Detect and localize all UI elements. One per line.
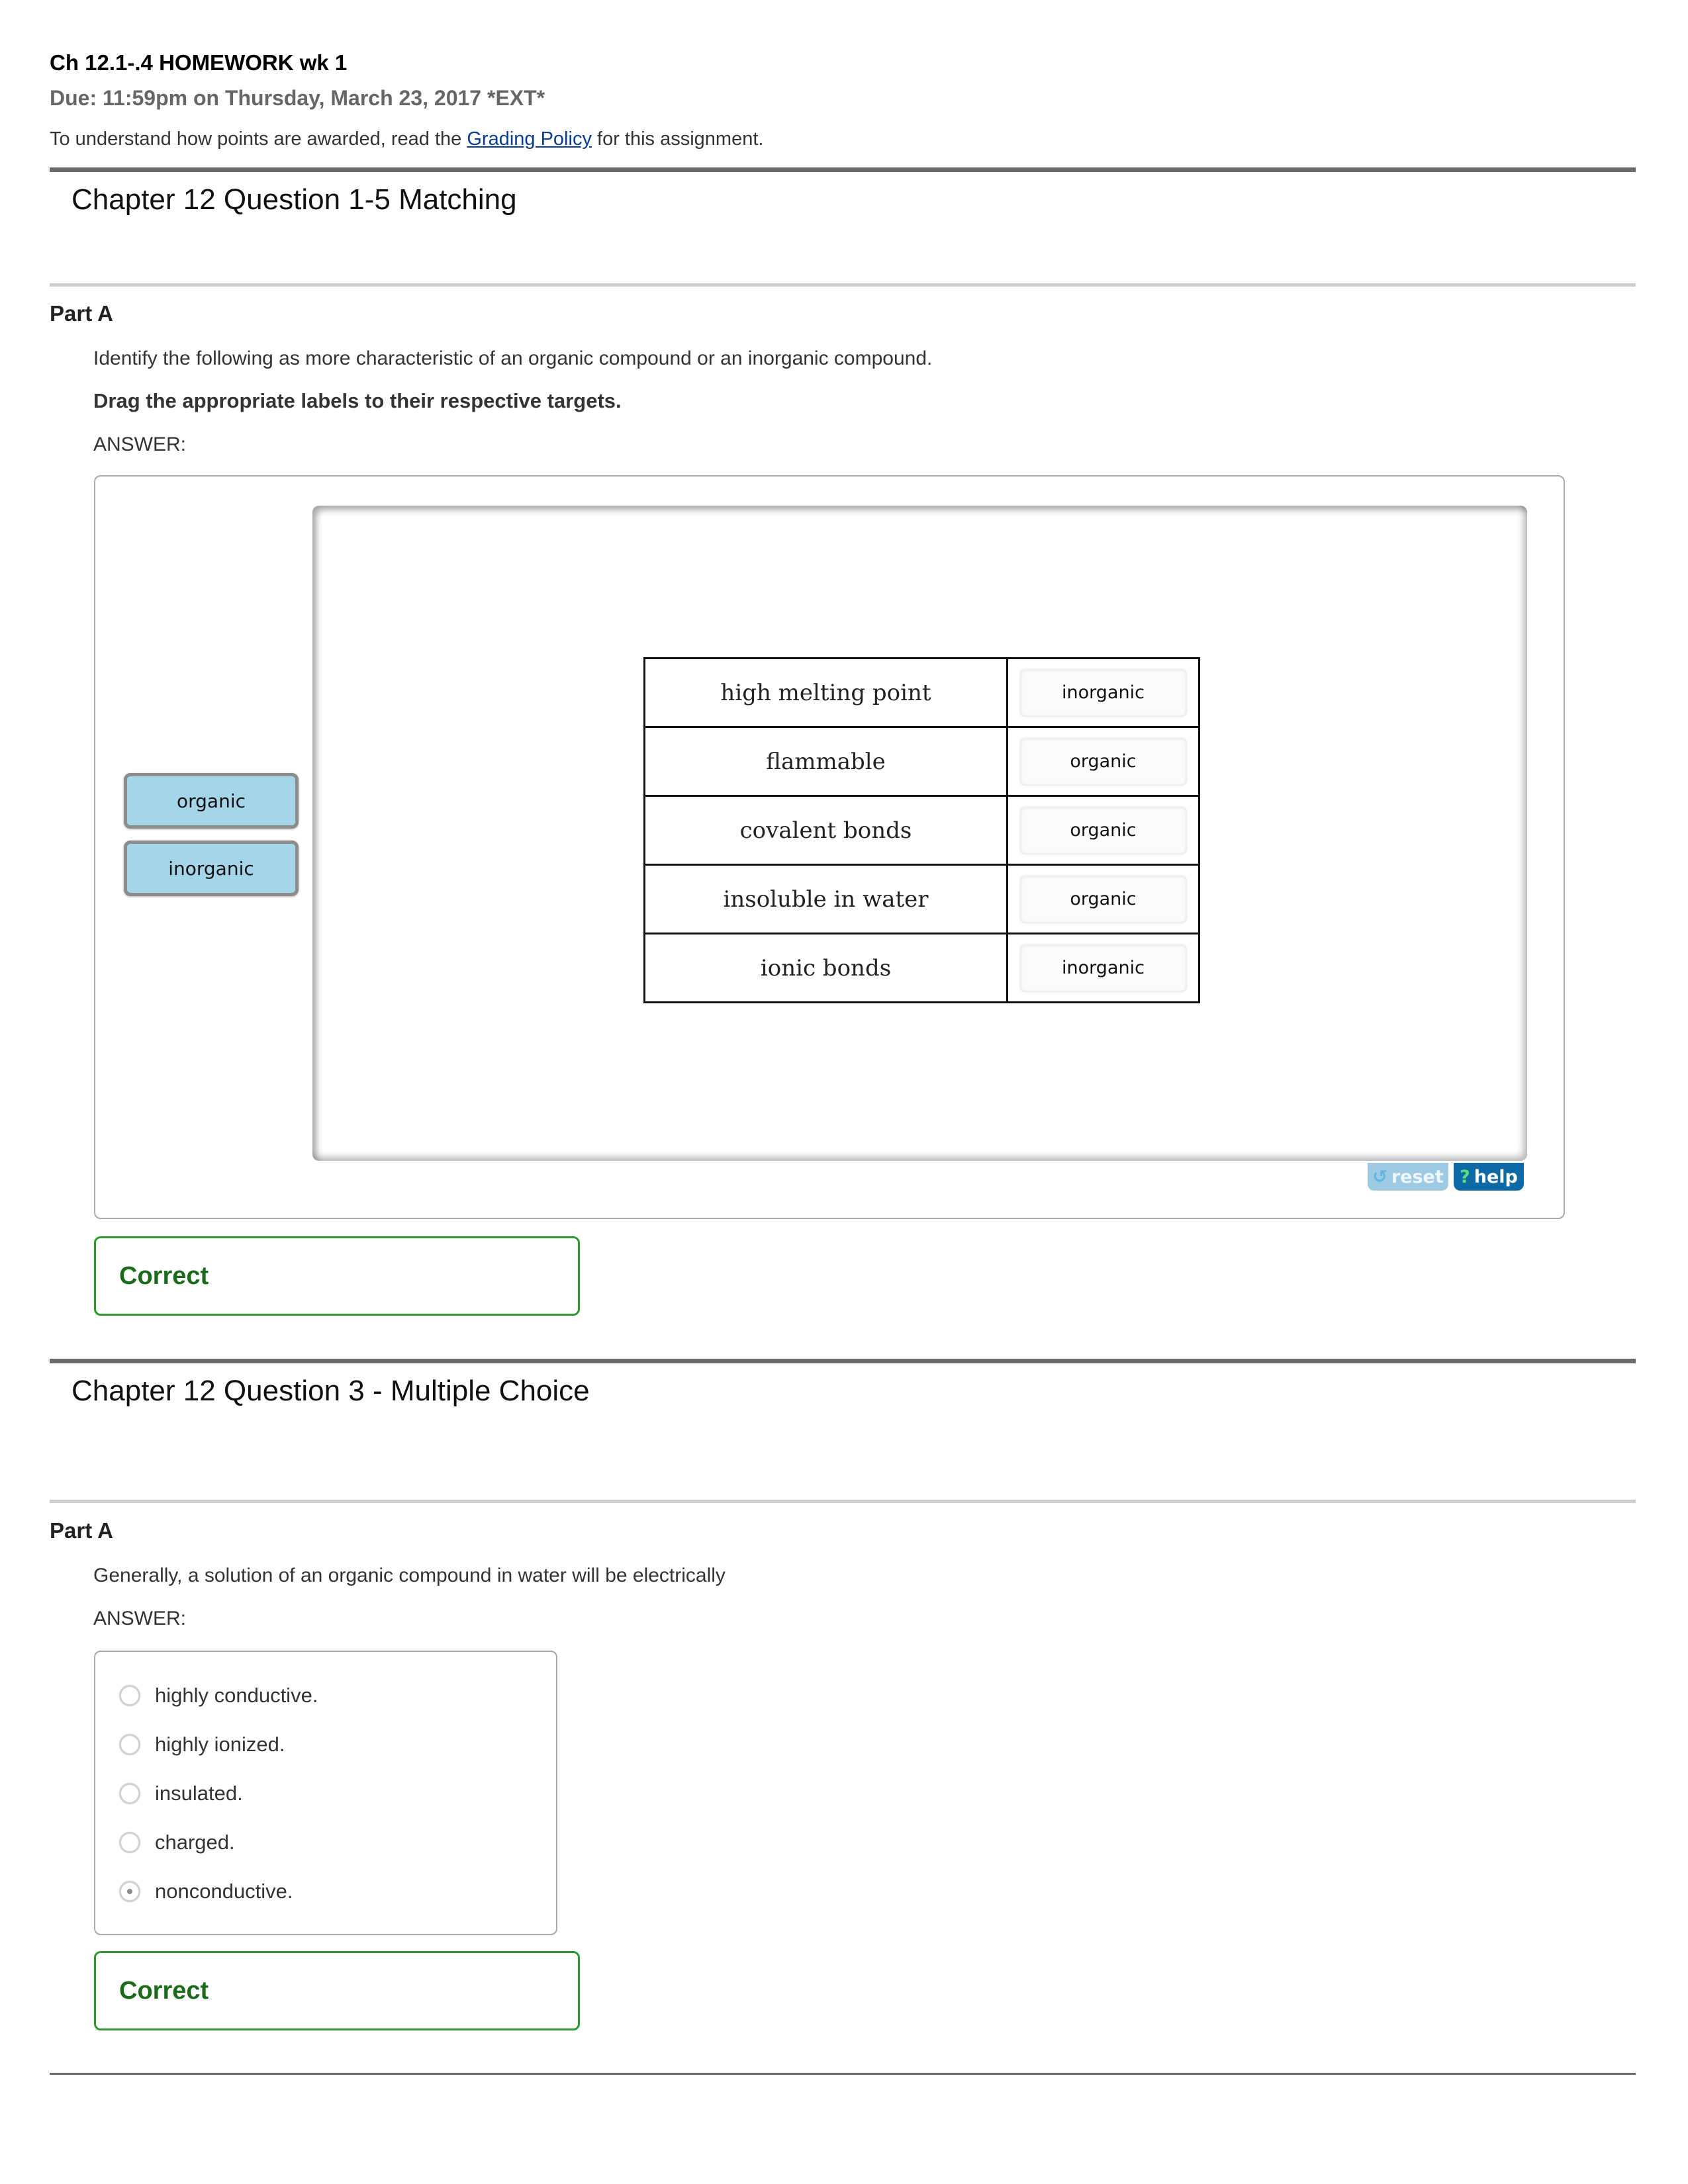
drop-target[interactable]: organic — [1019, 875, 1187, 923]
question-2-answer-label: ANSWER: — [93, 1608, 187, 1629]
term-cell: insoluble in water — [643, 864, 1008, 934]
question-2-feedback: Correct — [94, 1951, 580, 2030]
question-1-title: Chapter 12 Question 1-5 Matching — [71, 183, 517, 216]
reset-label: reset — [1391, 1166, 1444, 1187]
page-end-divider — [50, 2073, 1636, 2075]
table-row: covalent bonds organic — [643, 795, 1200, 866]
draggable-label-inorganic[interactable]: inorganic — [124, 841, 299, 896]
term-cell: high melting point — [643, 657, 1008, 728]
table-row: insoluble in water organic — [643, 864, 1200, 934]
question-1-part-label: Part A — [50, 301, 113, 326]
question-1-answer-label: ANSWER: — [93, 433, 187, 455]
table-row: ionic bonds inorganic — [643, 933, 1200, 1003]
option-highly-ionized[interactable]: highly ionized. — [119, 1728, 285, 1761]
option-highly-conductive[interactable]: highly conductive. — [119, 1679, 318, 1712]
drop-target[interactable]: organic — [1019, 737, 1187, 786]
correct-status: Correct — [119, 1261, 209, 1290]
radio-button[interactable] — [119, 1832, 140, 1853]
grading-policy-text: To understand how points are awarded, re… — [50, 128, 763, 150]
drop-target[interactable]: inorganic — [1019, 668, 1187, 717]
table-row: flammable organic — [643, 726, 1200, 797]
question-1-instruction: Drag the appropriate labels to their res… — [93, 389, 622, 412]
drop-target[interactable]: organic — [1019, 806, 1187, 854]
radio-button[interactable] — [119, 1783, 140, 1804]
assignment-title: Ch 12.1-.4 HOMEWORK wk 1 — [50, 50, 348, 75]
part-divider — [50, 283, 1636, 287]
reset-button[interactable]: ↺ reset — [1368, 1163, 1448, 1191]
target-cell: inorganic — [1006, 657, 1200, 728]
option-label: highly ionized. — [155, 1733, 285, 1756]
grading-policy-link[interactable]: Grading Policy — [467, 128, 592, 150]
section-divider — [50, 167, 1636, 172]
option-label: insulated. — [155, 1782, 243, 1805]
draggable-label-organic[interactable]: organic — [124, 773, 299, 829]
table-row: high melting point inorganic — [643, 657, 1200, 728]
option-nonconductive[interactable]: nonconductive. — [119, 1875, 293, 1908]
question-2-title: Chapter 12 Question 3 - Multiple Choice — [71, 1375, 590, 1407]
help-label: help — [1474, 1166, 1518, 1187]
radio-button[interactable] — [119, 1734, 140, 1755]
policy-suffix: for this assignment. — [591, 128, 764, 150]
due-date: Due: 11:59pm on Thursday, March 23, 2017… — [50, 86, 545, 110]
option-label: highly conductive. — [155, 1684, 318, 1707]
radio-button[interactable] — [119, 1685, 140, 1706]
drop-target[interactable]: inorganic — [1019, 944, 1187, 992]
target-cell: organic — [1006, 795, 1200, 866]
reset-icon: ↺ — [1372, 1166, 1387, 1187]
correct-status: Correct — [119, 1976, 209, 2005]
target-cell: inorganic — [1006, 933, 1200, 1003]
target-cell: organic — [1006, 726, 1200, 797]
option-charged[interactable]: charged. — [119, 1826, 235, 1859]
question-1-feedback: Correct — [94, 1236, 580, 1316]
question-1-prompt: Identify the following as more character… — [93, 347, 933, 369]
term-cell: flammable — [643, 726, 1008, 797]
help-button[interactable]: ? help — [1454, 1163, 1524, 1191]
option-insulated[interactable]: insulated. — [119, 1777, 243, 1810]
help-icon: ? — [1460, 1166, 1470, 1187]
question-2-part-label: Part A — [50, 1518, 113, 1543]
policy-prefix: To understand how points are awarded, re… — [50, 128, 467, 150]
matching-table: high melting point inorganic flammable o… — [643, 657, 1200, 1003]
section-divider — [50, 1359, 1636, 1363]
part-divider — [50, 1500, 1636, 1503]
option-label: charged. — [155, 1831, 235, 1854]
target-cell: organic — [1006, 864, 1200, 934]
option-label: nonconductive. — [155, 1880, 293, 1903]
term-cell: ionic bonds — [643, 933, 1008, 1003]
term-cell: covalent bonds — [643, 795, 1008, 866]
radio-button-selected[interactable] — [119, 1881, 140, 1902]
question-2-prompt: Generally, a solution of an organic comp… — [93, 1565, 726, 1586]
